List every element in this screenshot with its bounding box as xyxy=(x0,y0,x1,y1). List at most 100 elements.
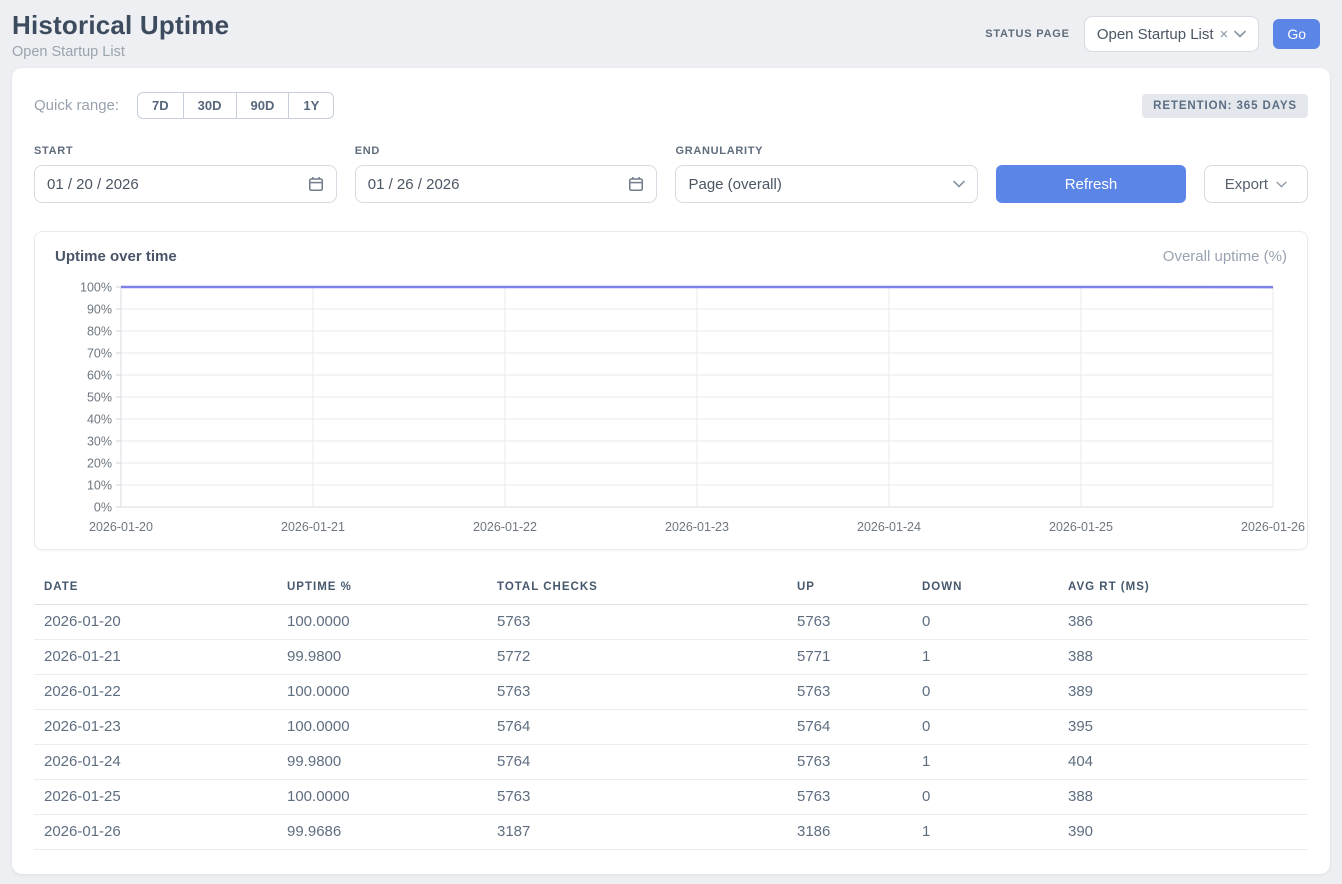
table-cell: 0 xyxy=(912,710,1058,745)
table-cell: 100.0000 xyxy=(277,710,487,745)
column-header-up: UP xyxy=(787,572,912,605)
page: Historical Uptime Open Startup List STAT… xyxy=(0,0,1342,884)
table-cell: 2026-01-20 xyxy=(34,605,277,640)
table-row: 2026-01-23100.0000576457640395 xyxy=(34,710,1308,745)
svg-text:100%: 100% xyxy=(80,281,112,295)
table-cell: 388 xyxy=(1058,640,1308,675)
table-row: 2026-01-25100.0000576357630388 xyxy=(34,780,1308,815)
svg-text:2026-01-25: 2026-01-25 xyxy=(1049,520,1113,534)
column-header-down: DOWN xyxy=(912,572,1058,605)
go-button[interactable]: Go xyxy=(1273,19,1320,49)
table-cell: 386 xyxy=(1058,605,1308,640)
clear-icon[interactable]: × xyxy=(1220,26,1229,43)
table-cell: 99.9800 xyxy=(277,640,487,675)
svg-text:50%: 50% xyxy=(87,391,112,405)
svg-text:60%: 60% xyxy=(87,369,112,383)
svg-text:80%: 80% xyxy=(87,325,112,339)
granularity-select[interactable]: Page (overall) xyxy=(675,165,978,203)
export-button[interactable]: Export xyxy=(1204,165,1308,203)
chevron-down-icon xyxy=(1234,30,1246,38)
table-cell: 389 xyxy=(1058,675,1308,710)
title-block: Historical Uptime Open Startup List xyxy=(12,10,229,60)
table-cell: 2026-01-24 xyxy=(34,745,277,780)
start-date-value: 01 / 20 / 2026 xyxy=(47,176,139,193)
end-date-group: END 01 / 26 / 2026 xyxy=(355,145,658,203)
quick-range-row: Quick range: 7D 30D 90D 1Y RETENTION: 36… xyxy=(34,92,1308,119)
table-cell: 395 xyxy=(1058,710,1308,745)
table-cell: 5771 xyxy=(787,640,912,675)
table-row: 2026-01-2699.9686318731861390 xyxy=(34,815,1308,850)
table-cell: 1 xyxy=(912,745,1058,780)
column-header-total-checks: TOTAL CHECKS xyxy=(487,572,787,605)
table-cell: 0 xyxy=(912,780,1058,815)
svg-text:2026-01-21: 2026-01-21 xyxy=(281,520,345,534)
chart-title: Uptime over time xyxy=(55,248,177,265)
calendar-icon[interactable] xyxy=(308,176,324,192)
status-page-select-value: Open Startup List xyxy=(1097,26,1214,43)
svg-text:20%: 20% xyxy=(87,457,112,471)
topbar-right: STATUS PAGE Open Startup List × Go xyxy=(985,16,1320,52)
svg-text:40%: 40% xyxy=(87,413,112,427)
table-cell: 2026-01-23 xyxy=(34,710,277,745)
quick-range-90d-button[interactable]: 90D xyxy=(237,92,290,119)
status-page-label: STATUS PAGE xyxy=(985,28,1070,40)
uptime-chart: 0% 10% 20% 30% 40% 50% 60% 70% 80% 90% 100% 2026-01… xyxy=(55,277,1289,535)
status-page-select[interactable]: Open Startup List × xyxy=(1084,16,1260,52)
chevron-down-icon xyxy=(953,180,965,188)
page-subtitle: Open Startup List xyxy=(12,44,229,60)
table-cell: 388 xyxy=(1058,780,1308,815)
svg-text:2026-01-22: 2026-01-22 xyxy=(473,520,537,534)
uptime-table: DATE UPTIME % TOTAL CHECKS UP DOWN AVG R… xyxy=(34,572,1308,850)
table-cell: 2026-01-22 xyxy=(34,675,277,710)
table-cell: 5763 xyxy=(487,675,787,710)
topbar: Historical Uptime Open Startup List STAT… xyxy=(0,0,1342,66)
table-cell: 5763 xyxy=(487,780,787,815)
uptime-table-head: DATE UPTIME % TOTAL CHECKS UP DOWN AVG R… xyxy=(34,572,1308,605)
table-cell: 2026-01-26 xyxy=(34,815,277,850)
table-cell: 5764 xyxy=(787,710,912,745)
refresh-button[interactable]: Refresh xyxy=(996,165,1186,203)
calendar-icon[interactable] xyxy=(628,176,644,192)
svg-text:2026-01-24: 2026-01-24 xyxy=(857,520,921,534)
chart-header: Uptime over time Overall uptime (%) xyxy=(55,248,1287,265)
table-cell: 0 xyxy=(912,675,1058,710)
table-cell: 0 xyxy=(912,605,1058,640)
end-date-value: 01 / 26 / 2026 xyxy=(368,176,460,193)
table-cell: 5764 xyxy=(487,745,787,780)
table-cell: 99.9800 xyxy=(277,745,487,780)
quick-range-7d-button[interactable]: 7D xyxy=(137,92,184,119)
quick-range-1y-button[interactable]: 1Y xyxy=(289,92,334,119)
uptime-table-body: 2026-01-20100.00005763576303862026-01-21… xyxy=(34,605,1308,850)
start-date-input[interactable]: 01 / 20 / 2026 xyxy=(34,165,337,203)
page-title: Historical Uptime xyxy=(12,10,229,41)
svg-text:2026-01-26: 2026-01-26 xyxy=(1241,520,1305,534)
quick-range-label: Quick range: xyxy=(34,97,119,114)
quick-range-30d-button[interactable]: 30D xyxy=(184,92,237,119)
svg-text:90%: 90% xyxy=(87,303,112,317)
table-cell: 404 xyxy=(1058,745,1308,780)
table-row: 2026-01-2499.9800576457631404 xyxy=(34,745,1308,780)
end-date-input[interactable]: 01 / 26 / 2026 xyxy=(355,165,658,203)
table-cell: 3186 xyxy=(787,815,912,850)
end-date-label: END xyxy=(355,145,658,157)
table-cell: 5763 xyxy=(787,605,912,640)
table-cell: 1 xyxy=(912,640,1058,675)
svg-text:30%: 30% xyxy=(87,435,112,449)
svg-text:0%: 0% xyxy=(94,501,112,515)
chart-legend: Overall uptime (%) xyxy=(1163,248,1287,265)
granularity-group: GRANULARITY Page (overall) xyxy=(675,145,978,203)
table-row: 2026-01-22100.0000576357630389 xyxy=(34,675,1308,710)
table-cell: 1 xyxy=(912,815,1058,850)
svg-text:70%: 70% xyxy=(87,347,112,361)
table-cell: 390 xyxy=(1058,815,1308,850)
granularity-value: Page (overall) xyxy=(688,176,781,193)
controls-row: START 01 / 20 / 2026 END 01 / 26 / 2026 xyxy=(34,145,1308,203)
table-row: 2026-01-2199.9800577257711388 xyxy=(34,640,1308,675)
chart-card: Uptime over time Overall uptime (%) 0% 10… xyxy=(34,231,1308,550)
table-cell: 99.9686 xyxy=(277,815,487,850)
table-cell: 5772 xyxy=(487,640,787,675)
export-button-label: Export xyxy=(1225,176,1268,193)
table-cell: 100.0000 xyxy=(277,780,487,815)
svg-text:2026-01-23: 2026-01-23 xyxy=(665,520,729,534)
svg-text:10%: 10% xyxy=(87,479,112,493)
